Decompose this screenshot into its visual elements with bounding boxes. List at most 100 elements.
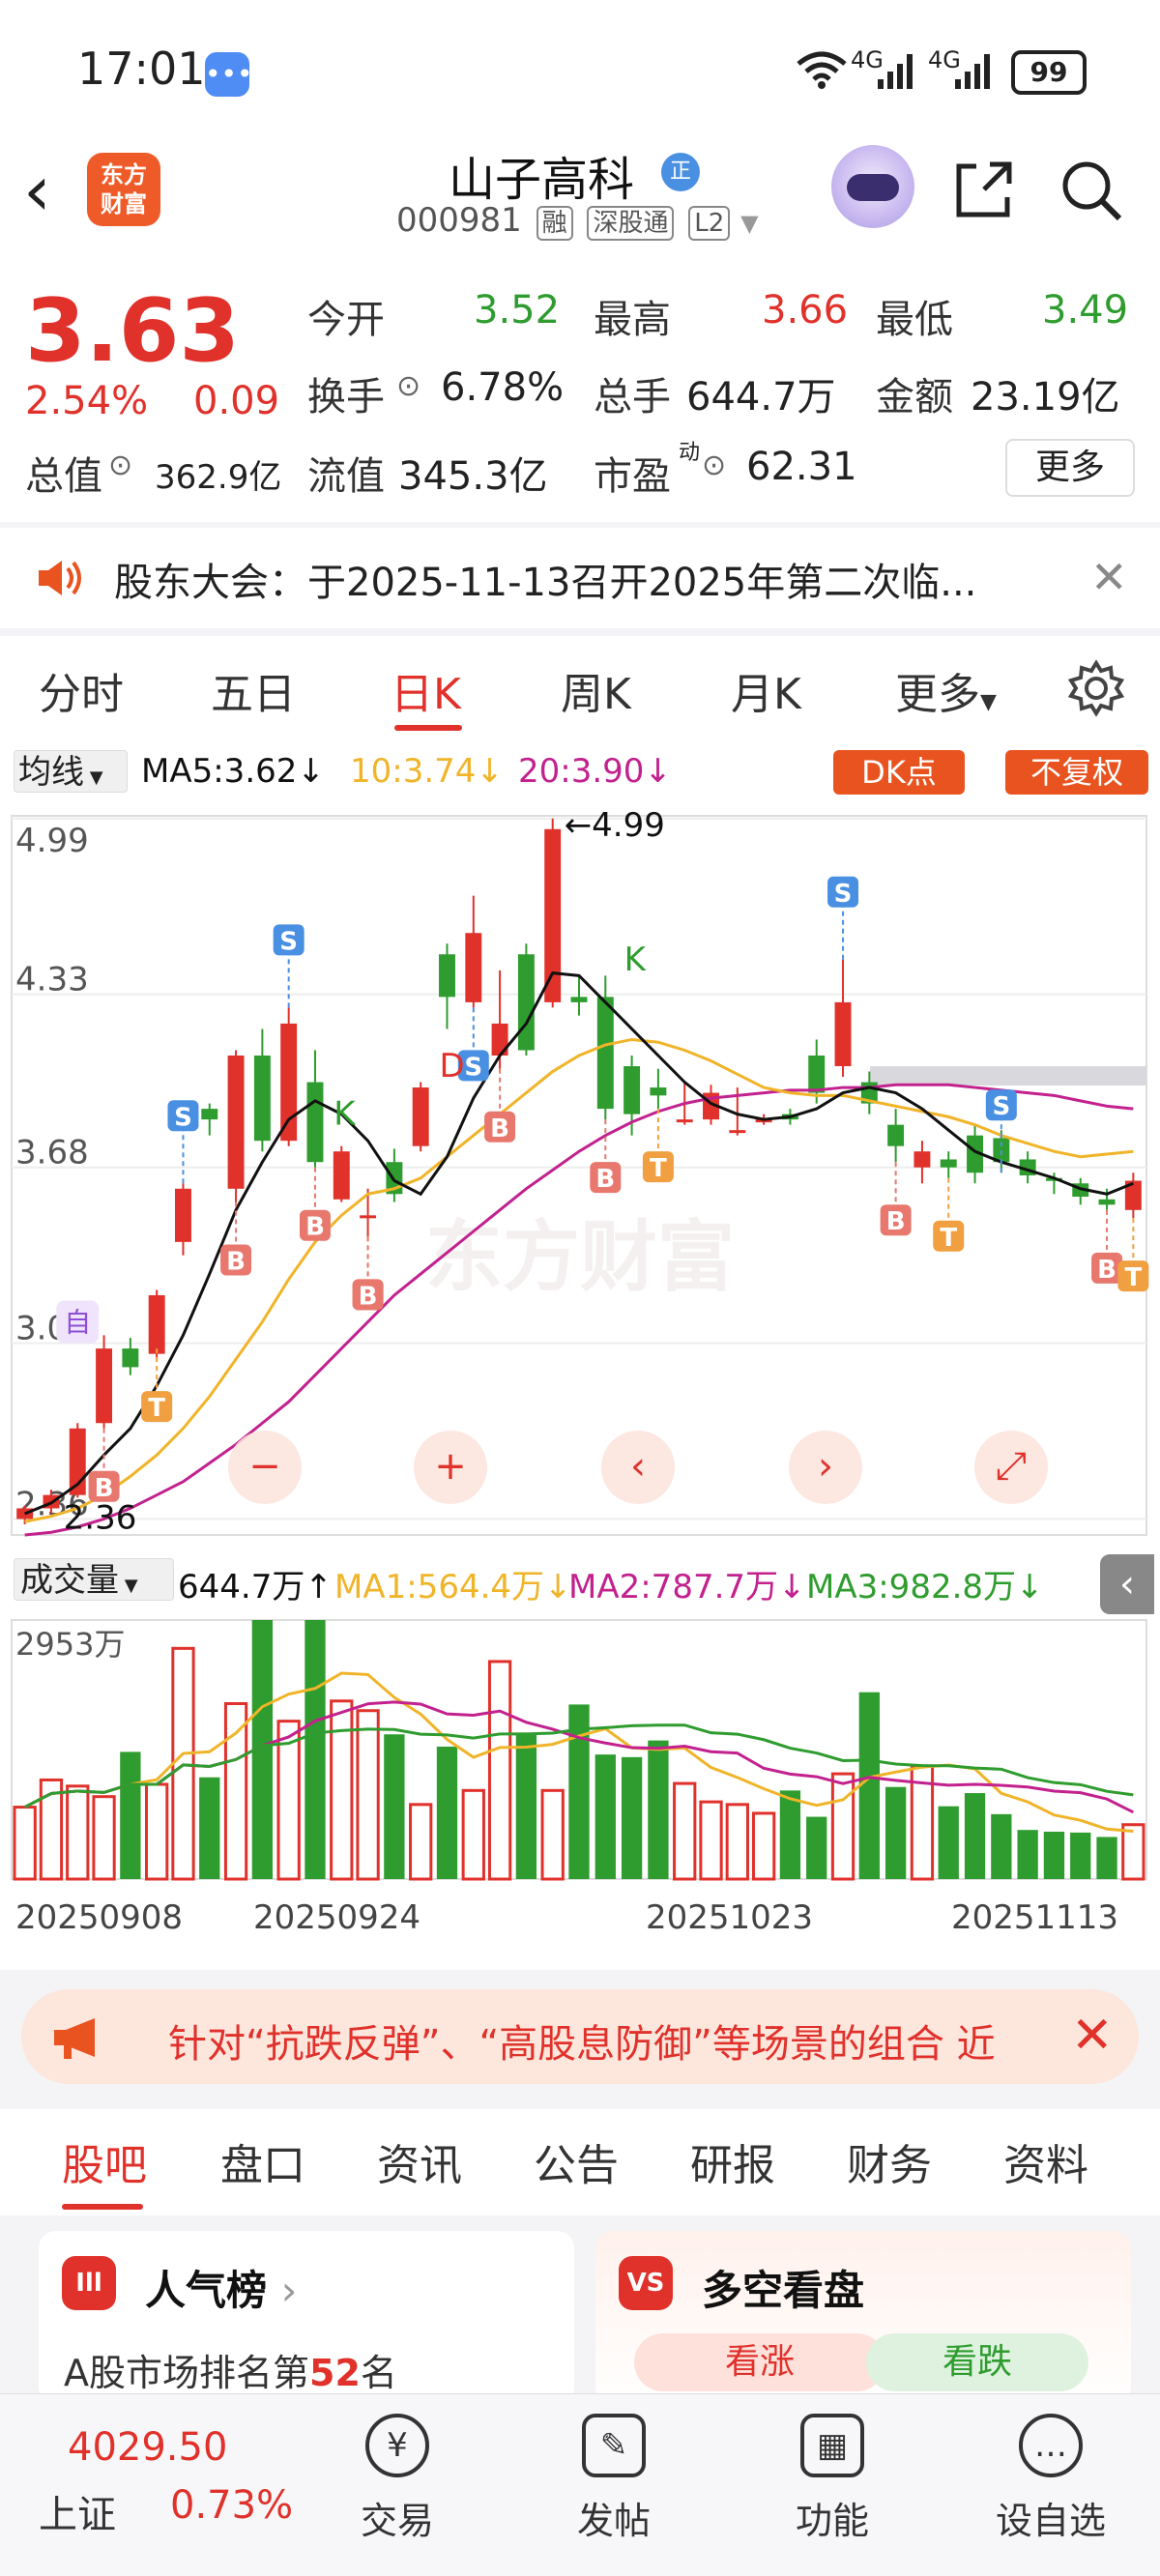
candle-body xyxy=(227,1056,245,1189)
low-label: 最低 xyxy=(876,298,953,342)
tab-intraday[interactable]: 分时 xyxy=(39,659,124,721)
info-icon[interactable]: ⊙ xyxy=(396,369,420,403)
nav-functions[interactable]: ▦ 功能 xyxy=(760,2414,905,2544)
pe-label: 市盈 xyxy=(594,454,671,499)
volume-bar xyxy=(487,1660,512,1881)
tab-monthly-k[interactable]: 月K xyxy=(731,659,801,721)
t-marker-text: T xyxy=(148,1394,165,1423)
ai-assistant-icon[interactable] xyxy=(831,145,914,228)
candle-body xyxy=(439,954,455,998)
back-arrow-icon[interactable]: ‹ xyxy=(23,156,91,225)
candle-body xyxy=(175,1188,191,1242)
change-amount: 0.09 xyxy=(193,379,280,423)
float-label: 流值 xyxy=(307,454,385,499)
volume-bar xyxy=(461,1788,485,1881)
buy-marker-text: B xyxy=(226,1248,246,1277)
buy-marker-text: B xyxy=(490,1114,509,1143)
volume-value: 644.7万 xyxy=(686,375,836,420)
volume-bar xyxy=(938,1806,959,1879)
kline-chart-area: 均线 ▼ MA5:3.62↓ 10:3.74↓ 20:3.90↓ DK点 不复权… xyxy=(0,742,1160,1970)
verified-badge-icon: 正 xyxy=(661,153,700,191)
dropdown-triangle-icon[interactable]: ▼ xyxy=(740,210,758,237)
ma-select-dropdown[interactable]: 均线 ▼ xyxy=(14,750,128,793)
vs-icon: VS xyxy=(619,2256,673,2310)
bull-bear-card[interactable]: VS 多空看盘 看涨 看跌 xyxy=(595,2231,1131,2405)
volume-select-dropdown[interactable]: 成交量 ▼ xyxy=(14,1558,174,1601)
volume-bar xyxy=(884,1786,907,1879)
volume-bar xyxy=(751,1811,776,1881)
megaphone-icon xyxy=(54,2018,95,2059)
tab-research[interactable]: 研报 xyxy=(690,2130,775,2192)
notice-bar[interactable]: 股东大会：于2025-11-13召开2025年第二次临... ✕ xyxy=(0,528,1160,628)
gear-icon[interactable] xyxy=(1067,659,1125,717)
info-icon[interactable]: ⊙ xyxy=(108,449,132,482)
nav-add-watchlist[interactable]: … 设自选 xyxy=(978,2414,1123,2544)
tab-finance[interactable]: 财务 xyxy=(847,2130,932,2192)
no-adjust-button[interactable]: 不复权 xyxy=(1005,750,1148,795)
rank-suffix: 名 xyxy=(360,2352,397,2394)
tab-daily-k[interactable]: 日K xyxy=(391,659,461,721)
watermark: 东方财富 xyxy=(425,1212,735,1302)
logo-line-2: 财富 xyxy=(101,190,147,217)
buy-marker-text: B xyxy=(305,1213,325,1242)
popularity-card[interactable]: Ill 人气榜 › A股市场排名第52名 xyxy=(39,2231,574,2405)
yen-icon: ¥ xyxy=(365,2414,429,2477)
candle-body xyxy=(306,1082,324,1163)
t-marker-text: T xyxy=(1124,1263,1142,1292)
mcap-value: 362.9亿 xyxy=(155,458,282,497)
app-logo: 东方 财富 xyxy=(87,153,160,226)
signal-icon-2 xyxy=(955,54,990,89)
dk-point-button[interactable]: DK点 xyxy=(833,750,965,795)
nav-post[interactable]: ✎ 发帖 xyxy=(541,2414,686,2544)
chart-control-zoom-in-icon: + xyxy=(434,1444,467,1489)
close-icon[interactable]: ✕ xyxy=(1071,2007,1114,2065)
candlestick-chart[interactable]: 4.994.333.683.022.36东方财富←4.992.36BTSBSBT… xyxy=(0,800,1160,1550)
buy-marker-text: B xyxy=(359,1282,378,1311)
buy-marker-text: B xyxy=(95,1474,114,1503)
bearish-button[interactable]: 看跌 xyxy=(866,2333,1088,2391)
search-icon[interactable] xyxy=(1058,157,1125,224)
index-percent[interactable]: 0.73% xyxy=(170,2483,293,2528)
nav-trade[interactable]: ¥ 交易 xyxy=(325,2414,470,2544)
share-icon[interactable] xyxy=(949,157,1017,224)
candle-body xyxy=(1098,1199,1116,1205)
chart-control-next-icon: › xyxy=(818,1444,833,1489)
volume-label: 总手 xyxy=(594,375,671,420)
candle-body xyxy=(624,1066,641,1114)
bullish-button[interactable]: 看涨 xyxy=(634,2333,885,2391)
volume-bar xyxy=(356,1709,380,1881)
high-label: 最高 xyxy=(594,298,671,342)
status-bar: 17:01 ••• 4G 4G 99 xyxy=(0,0,1160,135)
high-value: 3.66 xyxy=(762,288,849,333)
volume-chart[interactable]: 2953万 xyxy=(0,1612,1160,1889)
volume-bar xyxy=(725,1803,749,1881)
volume-indicator-bar: 成交量 ▼ 644.7万↑ MA1:564.4万↓ MA2:787.7万↓ MA… xyxy=(0,1550,1160,1614)
tab-weekly-k[interactable]: 周K xyxy=(561,659,631,721)
more-button[interactable]: 更多 xyxy=(1005,439,1135,497)
bar-chart-icon: Ill xyxy=(62,2256,116,2310)
volume-bar xyxy=(1096,1837,1117,1879)
close-icon[interactable]: ✕ xyxy=(1090,551,1128,603)
chart-frame xyxy=(11,815,1147,1536)
index-name[interactable]: 上证 xyxy=(39,2483,116,2539)
volume-bar xyxy=(540,1788,565,1881)
tab-more[interactable]: 更多▼ xyxy=(895,659,997,721)
tab-profile[interactable]: 资料 xyxy=(1003,2130,1088,2192)
tag-level2: L2 xyxy=(688,206,731,241)
tab-announcements[interactable]: 公告 xyxy=(534,2130,619,2192)
collapse-panel-icon[interactable]: ‹ xyxy=(1100,1554,1154,1614)
bull-bear-title: 多空看盘 xyxy=(702,2267,865,2314)
candle-body xyxy=(676,1119,693,1123)
info-icon[interactable]: ⊙ xyxy=(702,449,726,482)
rank-text: A股市场排名第52名 xyxy=(64,2343,397,2396)
volume-bar xyxy=(223,1701,248,1881)
strategy-banner[interactable]: 针对“抗跌反弹”、“高股息防御”等场景的组合 近 ✕ xyxy=(21,1989,1139,2084)
speaker-icon xyxy=(39,561,81,595)
tab-five-day[interactable]: 五日 xyxy=(211,659,296,721)
tab-forum[interactable]: 股吧 xyxy=(62,2130,147,2192)
chart-control-prev-icon: ‹ xyxy=(630,1444,646,1489)
tab-orderbook[interactable]: 盘口 xyxy=(220,2130,305,2192)
tab-news[interactable]: 资讯 xyxy=(377,2130,462,2192)
low-value: 3.49 xyxy=(1042,288,1129,333)
index-value[interactable]: 4029.50 xyxy=(68,2425,227,2470)
